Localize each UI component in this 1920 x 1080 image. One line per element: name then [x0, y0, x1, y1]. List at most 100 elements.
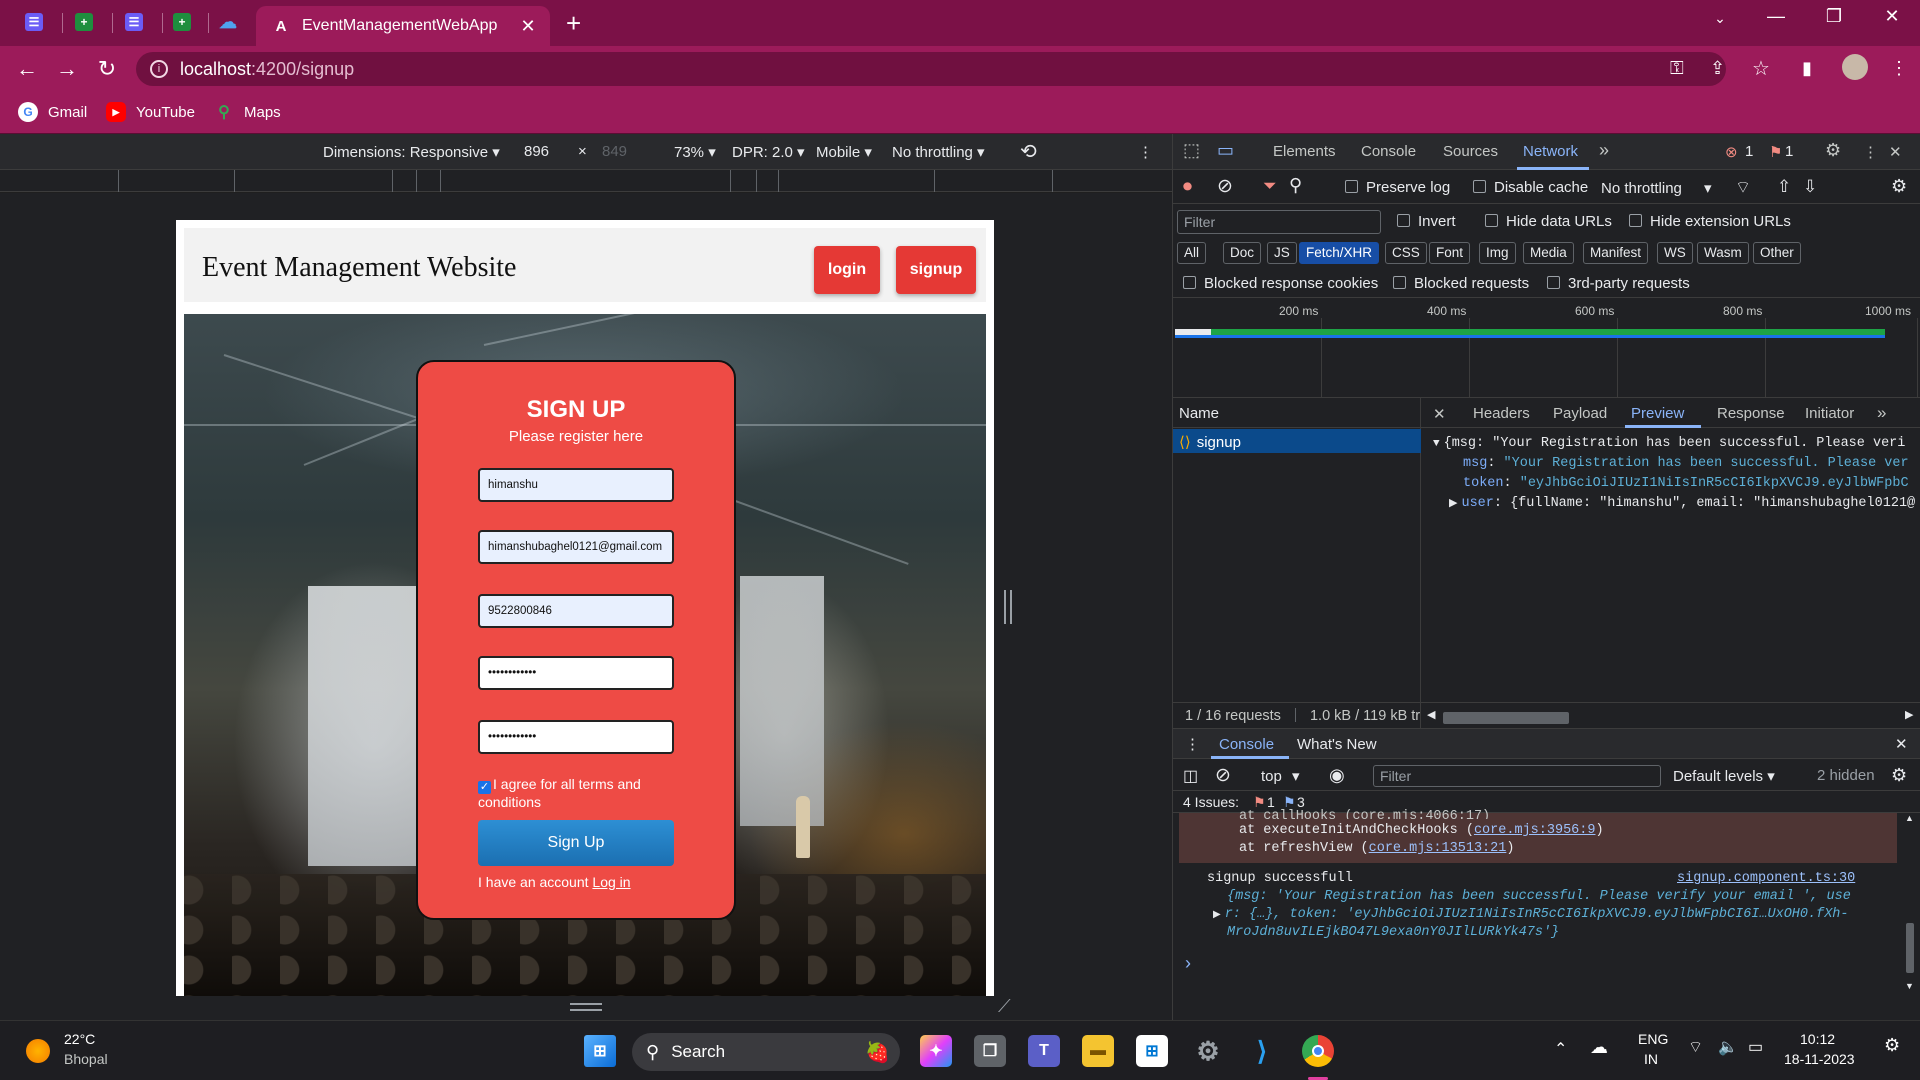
zoom-select[interactable]: 73% ▾: [674, 143, 716, 161]
bookmark-gmail[interactable]: G Gmail: [18, 102, 87, 122]
log-object-line-2[interactable]: ▶ r: {…}, token: 'eyJhbGciOiJIUzI1NiIsInR…: [1213, 907, 1849, 922]
copilot-icon[interactable]: ✦: [920, 1035, 952, 1067]
login-link[interactable]: Log in: [592, 874, 630, 890]
preserve-log-checkbox[interactable]: [1345, 180, 1358, 193]
language-code[interactable]: ENG: [1638, 1031, 1668, 1047]
log-object-line-1[interactable]: {msg: 'Your Registration has been succes…: [1227, 889, 1851, 904]
expand-triangle-icon[interactable]: ▼: [1433, 438, 1440, 450]
tab-preview[interactable]: Preview: [1631, 405, 1684, 422]
live-expression-eye-icon[interactable]: ◉: [1329, 765, 1345, 786]
pinned-tab-onedrive[interactable]: ☁: [214, 9, 242, 35]
weather-sun-icon[interactable]: [26, 1039, 50, 1063]
profile-avatar[interactable]: [1842, 54, 1868, 80]
log-source-link[interactable]: signup.component.ts:30: [1677, 871, 1855, 886]
drawer-tab-console[interactable]: Console: [1219, 736, 1274, 753]
pinned-tab-sheets[interactable]: +: [70, 9, 98, 35]
settings-gear-icon[interactable]: ⚙: [1825, 140, 1841, 161]
network-conditions-icon[interactable]: ⌔: [1735, 177, 1751, 198]
type-filter-ws[interactable]: WS: [1657, 242, 1693, 264]
invert-checkbox[interactable]: [1397, 214, 1410, 227]
type-filter-fetch-xhr[interactable]: Fetch/XHR: [1299, 242, 1380, 264]
invert-option[interactable]: Invert: [1397, 213, 1456, 230]
bookmark-youtube[interactable]: ▶ YouTube: [106, 102, 195, 122]
detail-close-icon[interactable]: ✕: [1433, 405, 1446, 423]
back-icon[interactable]: ←: [12, 56, 42, 82]
pinned-tab-sheets-2[interactable]: +: [168, 9, 196, 35]
url-bar[interactable]: i localhost:4200/signup: [136, 52, 1726, 86]
collapse-triangle-icon[interactable]: ▶: [1449, 498, 1457, 510]
stack-source-link[interactable]: core.mjs:3956:9: [1474, 823, 1596, 838]
hide-data-urls-checkbox[interactable]: [1485, 214, 1498, 227]
notification-bell-icon[interactable]: ⚙: [1884, 1035, 1900, 1056]
drawer-menu-icon[interactable]: ⋮: [1185, 735, 1200, 753]
tab-network[interactable]: Network: [1523, 143, 1578, 160]
width-input[interactable]: 896: [524, 143, 549, 160]
type-filter-wasm[interactable]: Wasm: [1697, 242, 1749, 264]
issue-flag-icon[interactable]: ⚑: [1769, 143, 1782, 161]
windows-start-icon[interactable]: ⊞: [584, 1035, 616, 1067]
file-explorer-icon[interactable]: ▬: [1082, 1035, 1114, 1067]
disable-cache-checkbox[interactable]: [1473, 180, 1486, 193]
new-tab-button[interactable]: +: [566, 8, 581, 39]
tab-response[interactable]: Response: [1717, 405, 1785, 422]
throttling-select[interactable]: No throttling ▾: [892, 143, 985, 161]
volume-icon[interactable]: 🔈: [1718, 1037, 1738, 1057]
download-har-icon[interactable]: ⇩: [1803, 177, 1817, 197]
viewport-resize-handle-bottom[interactable]: [570, 1003, 602, 1011]
vscode-icon[interactable]: ⟩: [1246, 1035, 1278, 1067]
menu-kebab-icon[interactable]: ⋮: [1890, 58, 1908, 79]
rotate-icon[interactable]: ⟲: [1020, 139, 1037, 164]
blocked-cookies-checkbox[interactable]: [1183, 276, 1196, 289]
context-select[interactable]: top ▾: [1261, 767, 1300, 785]
clear-icon[interactable]: ⊘: [1217, 175, 1233, 198]
network-settings-icon[interactable]: ⚙: [1891, 176, 1907, 197]
chrome-icon[interactable]: [1302, 1035, 1334, 1067]
tab-payload[interactable]: Payload: [1553, 405, 1607, 422]
record-icon[interactable]: ⏺: [1183, 176, 1192, 197]
viewport-resize-handle-right[interactable]: [1004, 590, 1012, 624]
tab-search-icon[interactable]: ⌄: [1696, 10, 1744, 27]
restore-icon[interactable]: ❐: [1810, 6, 1858, 27]
preserve-log-option[interactable]: Preserve log: [1345, 179, 1450, 196]
onedrive-tray-icon[interactable]: ☁: [1590, 1037, 1608, 1058]
tab-elements[interactable]: Elements: [1273, 143, 1336, 160]
tab-initiator[interactable]: Initiator: [1805, 405, 1854, 422]
disable-cache-option[interactable]: Disable cache: [1473, 179, 1588, 196]
dimensions-select[interactable]: Dimensions: Responsive ▾: [323, 143, 500, 161]
collapse-triangle-icon[interactable]: ▶: [1213, 910, 1221, 921]
console-prompt[interactable]: ›: [1185, 953, 1191, 974]
more-tabs-icon[interactable]: »: [1599, 140, 1609, 161]
side-panel-icon[interactable]: ▮: [1802, 58, 1812, 79]
request-row[interactable]: ⟨⟩ signup: [1173, 429, 1421, 453]
hide-data-urls-option[interactable]: Hide data URLs: [1485, 213, 1612, 230]
weather-temperature[interactable]: 22°C: [64, 1031, 95, 1047]
scrollbar-thumb[interactable]: [1443, 712, 1569, 724]
device-more-icon[interactable]: ⋮: [1138, 143, 1153, 161]
type-filter-all[interactable]: All: [1177, 242, 1207, 264]
pinned-tab-docs[interactable]: ☰: [20, 9, 48, 35]
wifi-icon[interactable]: ⌔: [1688, 1037, 1703, 1057]
signup-submit-button[interactable]: Sign Up: [478, 820, 674, 866]
name-column-header[interactable]: Name: [1173, 398, 1421, 428]
json-user-line[interactable]: ▶ user: {fullName: "himanshu", email: "hi…: [1449, 496, 1915, 511]
height-input[interactable]: 849: [602, 143, 627, 160]
password-field[interactable]: ••••••••••••: [478, 656, 674, 690]
horizontal-scrollbar[interactable]: ◀ ▶: [1421, 702, 1920, 728]
third-party-option[interactable]: 3rd-party requests: [1547, 275, 1690, 292]
task-view-icon[interactable]: ❐: [974, 1035, 1006, 1067]
signup-button[interactable]: signup: [896, 246, 976, 294]
share-icon[interactable]: ⇪: [1710, 58, 1725, 79]
network-filter-input[interactable]: Filter: [1177, 210, 1381, 234]
third-party-checkbox[interactable]: [1547, 276, 1560, 289]
type-filter-manifest[interactable]: Manifest: [1583, 242, 1649, 264]
confirm-password-field[interactable]: ••••••••••••: [478, 720, 674, 754]
name-field[interactable]: himanshu: [478, 468, 674, 502]
show-hidden-icons[interactable]: ⌃: [1554, 1039, 1567, 1059]
type-filter-font[interactable]: Font: [1429, 242, 1471, 264]
key-icon[interactable]: ⚿: [1670, 58, 1684, 79]
network-throttling-select[interactable]: No throttling ▾: [1601, 179, 1712, 197]
viewport-resize-corner[interactable]: ⟋: [998, 996, 1011, 1017]
more-detail-tabs-icon[interactable]: »: [1877, 403, 1886, 423]
tab-sources[interactable]: Sources: [1443, 143, 1498, 160]
reload-icon[interactable]: ↻: [92, 56, 122, 82]
